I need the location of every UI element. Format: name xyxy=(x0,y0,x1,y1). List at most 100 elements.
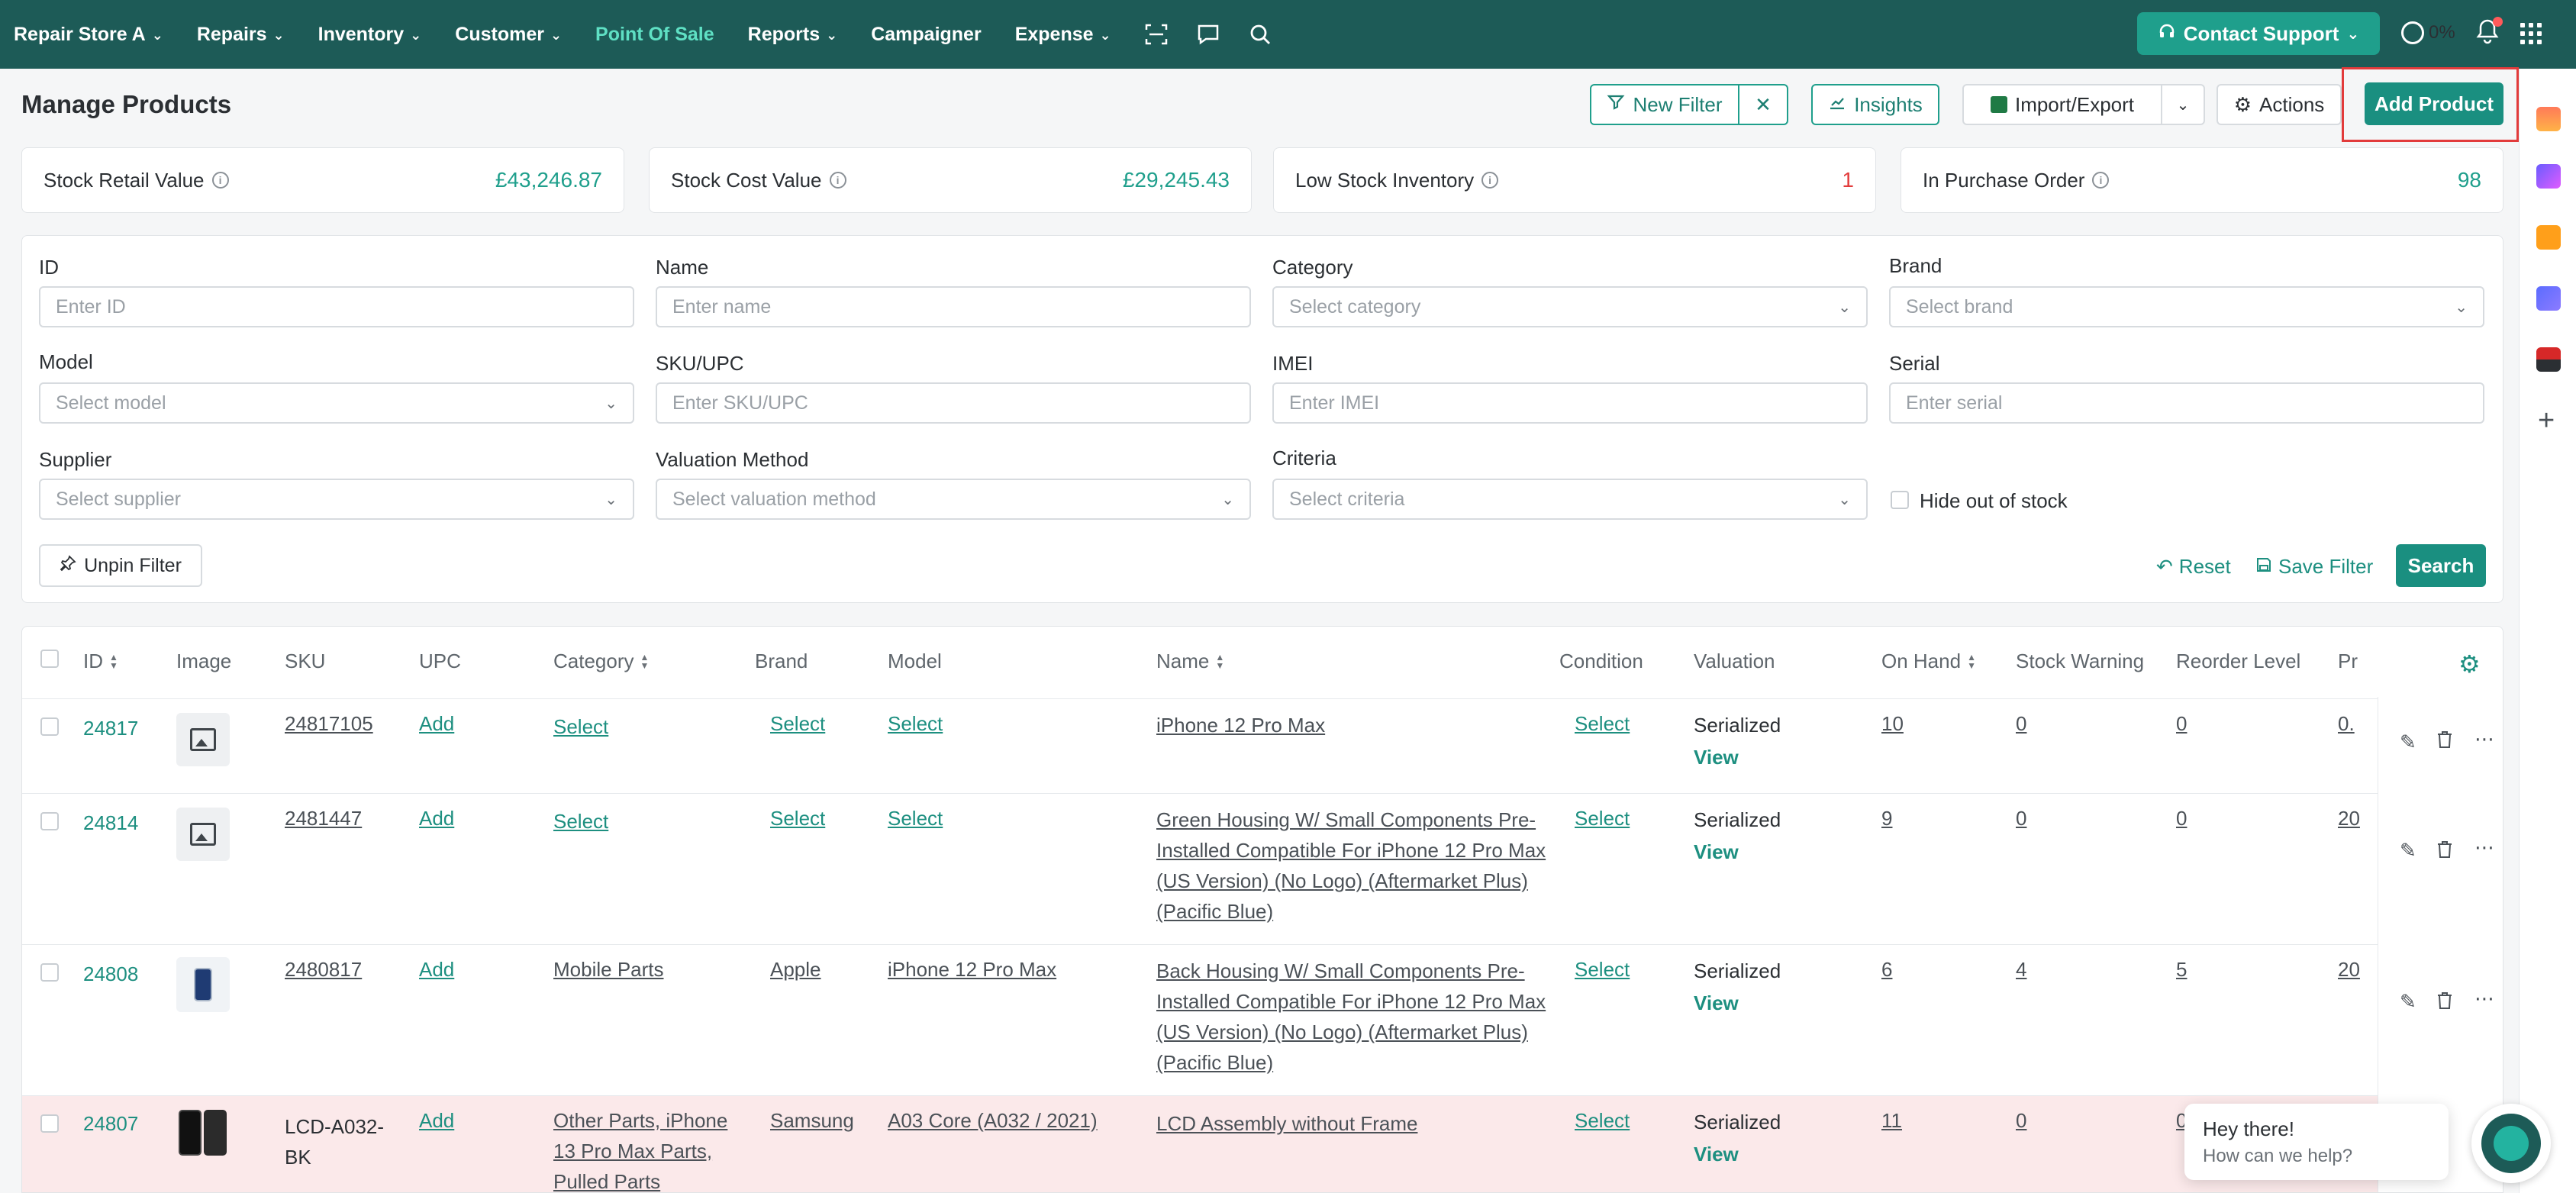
chat-icon[interactable] xyxy=(1197,23,1220,46)
product-name-link[interactable]: iPhone 12 Pro Max xyxy=(1156,710,1325,740)
table-row[interactable]: 24817 24817105 Add Select Select Select … xyxy=(22,698,2503,793)
price-link[interactable]: 0. xyxy=(2338,708,2355,739)
select-all-checkbox[interactable] xyxy=(40,650,59,668)
category-select[interactable]: Select category ⌄ xyxy=(1272,286,1868,327)
on-hand-link[interactable]: 6 xyxy=(1881,954,1892,985)
sku-input[interactable]: Enter SKU/UPC xyxy=(656,382,1251,424)
store-selector[interactable]: Repair Store A ⌄ xyxy=(14,24,163,46)
product-id-link[interactable]: 24814 xyxy=(83,808,138,838)
brand-select[interactable]: Select brand ⌄ xyxy=(1889,286,2484,327)
on-hand-link[interactable]: 9 xyxy=(1881,803,1892,833)
contact-support-button[interactable]: Contact Support ⌄ xyxy=(2137,12,2380,55)
reorder-level-link[interactable]: 0 xyxy=(2176,803,2187,833)
brand-select-link[interactable]: Select xyxy=(770,803,825,833)
model-select-link[interactable]: Select xyxy=(888,803,943,833)
product-image[interactable] xyxy=(175,1105,230,1160)
brand-link[interactable]: Apple xyxy=(770,954,821,985)
shield-icon[interactable] xyxy=(2536,286,2561,311)
info-icon[interactable]: i xyxy=(2092,172,2110,189)
serial-input[interactable]: Enter serial xyxy=(1889,382,2484,424)
column-header-id[interactable]: ID ▲ ▼ xyxy=(83,650,118,673)
model-select[interactable]: Select model ⌄ xyxy=(39,382,634,424)
view-link[interactable]: View xyxy=(1694,742,1739,772)
column-header-category[interactable]: Category ▲ ▼ xyxy=(553,650,649,673)
view-link[interactable]: View xyxy=(1694,837,1739,867)
condition-select-link[interactable]: Select xyxy=(1575,803,1630,833)
trash-icon[interactable] xyxy=(2436,991,2453,1015)
on-hand-link[interactable]: 10 xyxy=(1881,708,1904,739)
price-link[interactable]: 20 xyxy=(2338,954,2360,985)
more-options-icon[interactable]: ⋯ xyxy=(2474,836,2494,859)
sku-link[interactable]: 2481447 xyxy=(285,803,362,833)
brand-link[interactable]: Samsung xyxy=(770,1105,854,1136)
image-placeholder-icon[interactable] xyxy=(176,808,230,861)
trash-icon[interactable] xyxy=(2436,730,2453,754)
search-button[interactable]: Search xyxy=(2396,544,2486,587)
nav-customer[interactable]: Customer ⌄ xyxy=(455,24,562,46)
price-link[interactable]: 20 xyxy=(2338,803,2360,833)
note-icon[interactable] xyxy=(2536,225,2561,250)
image-placeholder-icon[interactable] xyxy=(176,713,230,766)
model-link[interactable]: A03 Core (A032 / 2021) xyxy=(888,1105,1098,1136)
nav-inventory[interactable]: Inventory ⌄ xyxy=(318,24,422,46)
insights-button[interactable]: Insights xyxy=(1811,84,1939,125)
reorder-level-link[interactable]: 5 xyxy=(2176,954,2187,985)
nav-campaigner[interactable]: Campaigner xyxy=(871,24,981,46)
unpin-filter-button[interactable]: Unpin Filter xyxy=(39,544,202,587)
product-name-link[interactable]: Green Housing W/ Small Components Pre- I… xyxy=(1156,804,1546,927)
progress-indicator[interactable]: 0% xyxy=(2401,21,2455,44)
column-header-on-hand[interactable]: On Hand ▲ ▼ xyxy=(1881,650,1976,673)
valuation-select[interactable]: Select valuation method ⌄ xyxy=(656,479,1251,520)
info-icon[interactable]: i xyxy=(1481,172,1499,189)
save-filter-button[interactable]: Save Filter xyxy=(2255,555,2373,579)
name-input[interactable]: Enter name xyxy=(656,286,1251,327)
row-checkbox[interactable] xyxy=(40,812,59,830)
import-export-button[interactable]: Import/Export xyxy=(1962,84,2162,125)
hide-out-of-stock-checkbox[interactable] xyxy=(1891,491,1909,509)
stock-warning-link[interactable]: 0 xyxy=(2016,1105,2026,1136)
category-link[interactable]: Mobile Parts xyxy=(553,954,664,985)
edit-icon[interactable]: ✎ xyxy=(2400,990,2416,1014)
product-name-link[interactable]: Back Housing W/ Small Components Pre- In… xyxy=(1156,956,1546,1078)
model-link[interactable]: iPhone 12 Pro Max xyxy=(888,954,1056,985)
row-checkbox[interactable] xyxy=(40,1114,59,1133)
row-checkbox[interactable] xyxy=(40,717,59,736)
table-row[interactable]: 24807 LCD-A032- BK Add Other Parts, iPho… xyxy=(22,1095,2503,1192)
category-link[interactable]: Other Parts, iPhone 13 Pro Max Parts, Pu… xyxy=(553,1105,727,1192)
nav-point-of-sale[interactable]: Point Of Sale xyxy=(595,24,714,46)
condition-select-link[interactable]: Select xyxy=(1575,708,1630,739)
stock-warning-link[interactable]: 0 xyxy=(2016,708,2026,739)
upc-add-link[interactable]: Add xyxy=(419,803,454,833)
info-icon[interactable]: i xyxy=(211,172,229,189)
on-hand-link[interactable]: 11 xyxy=(1881,1105,1902,1136)
import-export-dropdown[interactable]: ⌄ xyxy=(2161,84,2205,125)
view-link[interactable]: View xyxy=(1694,1139,1739,1169)
edit-icon[interactable]: ✎ xyxy=(2400,730,2416,754)
brand-select-link[interactable]: Select xyxy=(770,708,825,739)
nav-expense[interactable]: Expense ⌄ xyxy=(1015,24,1111,46)
row-checkbox[interactable] xyxy=(40,963,59,982)
id-input[interactable]: Enter ID xyxy=(39,286,634,327)
category-select-link[interactable]: Select xyxy=(553,806,608,837)
trash-icon[interactable] xyxy=(2436,840,2453,864)
criteria-select[interactable]: Select criteria ⌄ xyxy=(1272,479,1868,520)
nav-repairs[interactable]: Repairs ⌄ xyxy=(197,24,285,46)
column-settings-gear-icon[interactable]: ⚙ xyxy=(2458,650,2481,679)
clear-filter-button[interactable]: ✕ xyxy=(1738,84,1788,125)
condition-select-link[interactable]: Select xyxy=(1575,954,1630,985)
chat-greeting-bubble[interactable]: Hey there! How can we help? xyxy=(2184,1104,2449,1180)
stock-warning-link[interactable]: 0 xyxy=(2016,803,2026,833)
upc-add-link[interactable]: Add xyxy=(419,954,454,985)
new-filter-button[interactable]: New Filter xyxy=(1590,84,1739,125)
product-id-link[interactable]: 24808 xyxy=(83,959,138,989)
product-id-link[interactable]: 24817 xyxy=(83,713,138,743)
product-id-link[interactable]: 24807 xyxy=(83,1108,138,1139)
table-row[interactable]: 24808 2480817 Add Mobile Parts Apple iPh… xyxy=(22,944,2503,1095)
nav-reports[interactable]: Reports ⌄ xyxy=(748,24,838,46)
table-row[interactable]: 24814 2481447 Add Select Select Select G… xyxy=(22,793,2503,944)
imei-input[interactable]: Enter IMEI xyxy=(1272,382,1868,424)
info-icon[interactable]: i xyxy=(829,172,846,189)
model-select-link[interactable]: Select xyxy=(888,708,943,739)
reset-button[interactable]: ↶ Reset xyxy=(2156,555,2231,579)
column-header-name[interactable]: Name ▲ ▼ xyxy=(1156,650,1224,673)
